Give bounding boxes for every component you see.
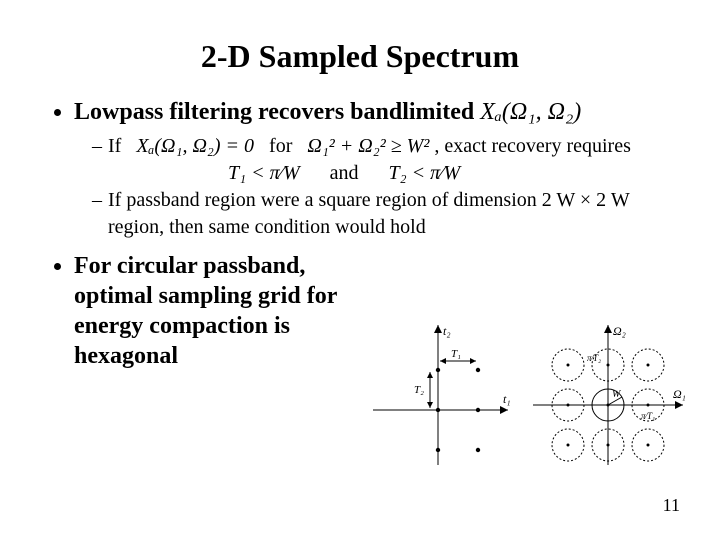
slide: 2-D Sampled Spectrum Lowpass filtering r… <box>0 0 720 540</box>
svg-text:Ω₂: Ω₂ <box>613 324 626 338</box>
word-and: and <box>330 162 359 184</box>
svg-text:t₂: t₂ <box>443 324 451 338</box>
math-circle-cond: Ω₁² + Ω₂² ≥ W² <box>307 135 429 157</box>
figures-svg: t₂ t₁ T₁ T₂ <box>368 320 688 480</box>
word-if: If <box>108 135 121 157</box>
figures: t₂ t₁ T₁ T₂ <box>368 320 688 480</box>
svg-text:T₁: T₁ <box>451 348 461 360</box>
math-Xa: Xₐ(Ω₁, Ω₂) <box>480 99 581 125</box>
svg-text:π⁄T₂: π⁄T₂ <box>587 353 601 363</box>
figure-left: t₂ t₁ T₁ T₂ <box>373 324 511 465</box>
page-number: 11 <box>663 495 680 516</box>
figure-right: Ω₂ Ω₁ <box>533 324 686 465</box>
svg-text:π⁄T₁: π⁄T₁ <box>641 411 655 421</box>
bullet-3-text: For circular passband, optimal sampling … <box>74 253 337 369</box>
bullet-1-text: Lowpass filtering recovers bandlimited <box>74 99 474 125</box>
bullet-1: Lowpass filtering recovers bandlimited X… <box>74 97 672 241</box>
svg-text:Ω₁: Ω₁ <box>673 387 686 401</box>
word-exact: , exact recovery requires <box>434 135 631 157</box>
sub-bullet-1: If Xₐ(Ω₁, Ω₂) = 0 for Ω₁² + Ω₂² ≥ W² , e… <box>92 133 672 187</box>
math-T2: T₂ < π⁄W <box>389 162 461 184</box>
math-Xa-eq0: Xₐ(Ω₁, Ω₂) = 0 <box>136 135 254 157</box>
sub-bullet-2: If passband region were a square region … <box>92 187 672 241</box>
svg-text:t₁: t₁ <box>503 392 511 406</box>
sub-list-1: If Xₐ(Ω₁, Ω₂) = 0 for Ω₁² + Ω₂² ≥ W² , e… <box>74 133 672 241</box>
slide-title: 2-D Sampled Spectrum <box>48 38 672 75</box>
word-for: for <box>269 135 292 157</box>
bullet-3: For circular passband, optimal sampling … <box>74 251 374 371</box>
math-T1: T₁ < π⁄W <box>228 162 305 184</box>
svg-text:T₂: T₂ <box>414 384 424 396</box>
